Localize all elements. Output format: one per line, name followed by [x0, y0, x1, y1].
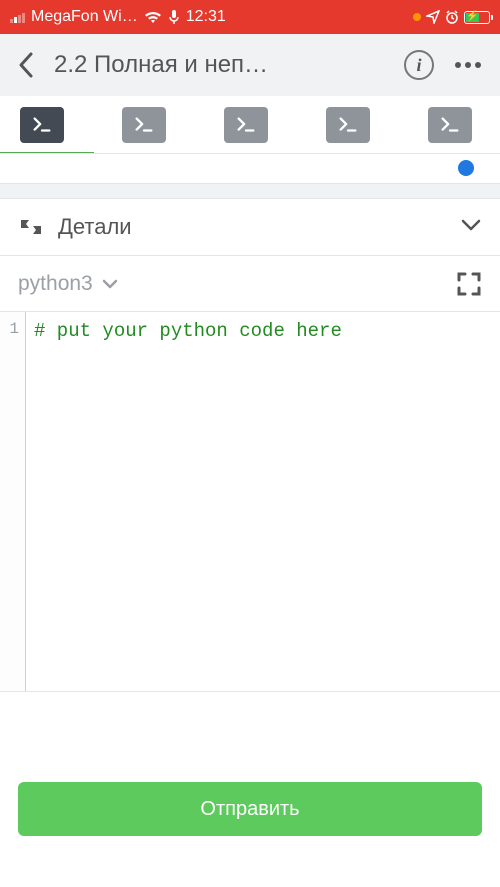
status-bar: MegaFon Wi… 12:31 ⚡ [0, 0, 500, 34]
step-tab-2[interactable] [122, 107, 166, 143]
language-row: python3 [0, 256, 500, 312]
mic-icon [168, 9, 180, 25]
code-content[interactable]: # put your python code here [26, 312, 500, 691]
recording-indicator-icon [413, 13, 421, 21]
location-icon [426, 10, 440, 24]
language-label: python3 [18, 272, 93, 296]
details-toggle[interactable]: Детали [0, 198, 500, 256]
submit-label: Отправить [200, 798, 299, 821]
language-selector[interactable]: python3 [18, 272, 119, 296]
fullscreen-button[interactable] [456, 271, 482, 297]
details-icon [18, 214, 44, 240]
step-tab-3[interactable] [224, 107, 268, 143]
submit-button[interactable]: Отправить [18, 782, 482, 836]
step-tab-4[interactable] [326, 107, 370, 143]
line-number: 1 [0, 320, 19, 338]
progress-indicator-icon [458, 160, 474, 176]
battery-icon: ⚡ [464, 11, 490, 24]
chevron-down-icon [460, 218, 482, 237]
app-header: 2.2 Полная и неп… i [0, 34, 500, 96]
step-tab-1[interactable] [20, 107, 64, 143]
code-editor[interactable]: 1 # put your python code here [0, 312, 500, 692]
line-gutter: 1 [0, 312, 26, 691]
details-label: Детали [58, 214, 446, 240]
more-button[interactable] [448, 62, 488, 68]
wifi-icon [144, 10, 162, 24]
info-button[interactable]: i [404, 50, 434, 80]
page-title: 2.2 Полная и неп… [54, 51, 390, 79]
alarm-icon [445, 10, 459, 24]
steps-tabs [0, 96, 500, 154]
chevron-down-icon [101, 278, 119, 290]
back-button[interactable] [12, 51, 40, 79]
time-label: 12:31 [186, 8, 226, 26]
signal-icon [10, 11, 25, 23]
carrier-label: MegaFon Wi… [31, 8, 138, 26]
progress-strip [0, 154, 500, 184]
step-tab-5[interactable] [428, 107, 472, 143]
